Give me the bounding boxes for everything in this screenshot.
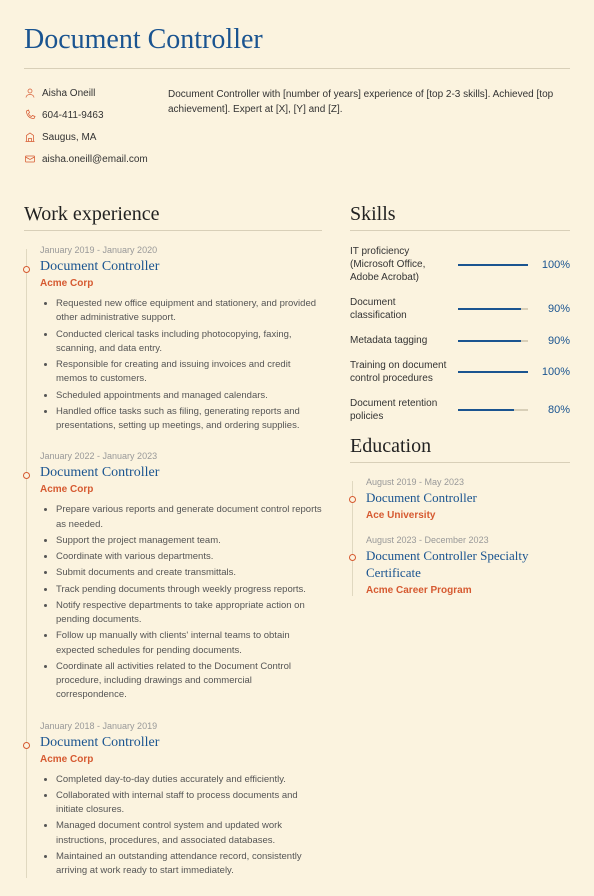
job-company: Acme Corp (40, 278, 322, 289)
contact-email-text: aisha.oneill@email.com (42, 154, 148, 165)
job-bullet: Notify respective departments to take ap… (56, 599, 322, 628)
contact-phone: 604-411-9463 (24, 109, 144, 121)
skill-fill (458, 308, 521, 310)
skill-name: Document classification (350, 296, 450, 322)
education-dates: August 2019 - May 2023 (366, 477, 570, 487)
job-bullet: Responsible for creating and issuing inv… (56, 358, 322, 387)
job-bullet: Follow up manually with clients' interna… (56, 629, 322, 658)
location-icon (24, 131, 36, 143)
job-bullet: Submit documents and create transmittals… (56, 566, 322, 580)
job-company: Acme Corp (40, 484, 322, 495)
summary-text: Document Controller with [number of year… (168, 87, 570, 175)
education-divider (350, 462, 570, 463)
job-bullet: Support the project management team. (56, 534, 322, 548)
contact-email: aisha.oneill@email.com (24, 153, 144, 165)
job-bullet: Collaborated with internal staff to proc… (56, 789, 322, 818)
skill-percent: 80% (536, 404, 570, 416)
skill-percent: 90% (536, 303, 570, 315)
right-column: Skills IT proficiency (Microsoft Office,… (350, 203, 570, 896)
skill-percent: 100% (536, 259, 570, 271)
contact-location-text: Saugus, MA (42, 132, 96, 143)
work-divider (24, 230, 322, 231)
skill-percent: 100% (536, 366, 570, 378)
skill-fill (458, 264, 528, 266)
job-dates: January 2022 - January 2023 (40, 451, 322, 461)
phone-icon (24, 109, 36, 121)
person-icon (24, 87, 36, 99)
skill-row: Document classification 90% (350, 296, 570, 322)
skill-bar (458, 409, 528, 411)
contact-phone-text: 604-411-9463 (42, 110, 104, 121)
contact-location: Saugus, MA (24, 131, 144, 143)
contact-name-text: Aisha Oneill (42, 88, 95, 99)
job-bullets: Requested new office equipment and stati… (40, 297, 322, 433)
work-section-title: Work experience (24, 203, 322, 226)
skill-row: Training on document control procedures 1… (350, 359, 570, 385)
education-entry: August 2019 - May 2023 Document Controlle… (366, 477, 570, 521)
skills-divider (350, 230, 570, 231)
skill-percent: 90% (536, 335, 570, 347)
job-title: Document Controller (40, 735, 322, 751)
skill-row: Document retention policies 80% (350, 397, 570, 423)
education-school: Acme Career Program (366, 585, 570, 596)
skill-fill (458, 340, 521, 342)
job-bullet: Completed day-to-day duties accurately a… (56, 773, 322, 787)
work-timeline: January 2019 - January 2020 Document Cont… (24, 245, 322, 878)
education-section-title: Education (350, 435, 570, 458)
education-timeline: August 2019 - May 2023 Document Controlle… (350, 477, 570, 596)
skills-section-title: Skills (350, 203, 570, 226)
skill-name: Training on document control procedures (350, 359, 450, 385)
job-dates: January 2018 - January 2019 (40, 721, 322, 731)
job-company: Acme Corp (40, 754, 322, 765)
title-divider (24, 68, 570, 69)
education-title: Document Controller Specialty Certificat… (366, 548, 570, 582)
job-entry: January 2019 - January 2020 Document Cont… (40, 245, 322, 433)
skill-bar (458, 340, 528, 342)
job-bullet: Track pending documents through weekly p… (56, 583, 322, 597)
job-bullet: Coordinate all activities related to the… (56, 660, 322, 703)
main-columns: Work experience January 2019 - January 2… (24, 203, 570, 896)
job-bullet: Conducted clerical tasks including photo… (56, 328, 322, 357)
job-entry: January 2022 - January 2023 Document Cont… (40, 451, 322, 702)
job-title: Document Controller (40, 259, 322, 275)
skill-name: Metadata tagging (350, 334, 450, 347)
job-bullet: Maintained an outstanding attendance rec… (56, 850, 322, 879)
education-school: Ace University (366, 510, 570, 521)
job-bullets: Completed day-to-day duties accurately a… (40, 773, 322, 879)
left-column: Work experience January 2019 - January 2… (24, 203, 322, 896)
skill-bar (458, 308, 528, 310)
education-dates: August 2023 - December 2023 (366, 535, 570, 545)
header-row: Aisha Oneill 604-411-9463 Saugus, MA ais… (24, 87, 570, 175)
skill-row: Metadata tagging 90% (350, 334, 570, 347)
job-bullet: Prepare various reports and generate doc… (56, 503, 322, 532)
skill-name: Document retention policies (350, 397, 450, 423)
job-bullet: Handled office tasks such as filing, gen… (56, 405, 322, 434)
skill-fill (458, 371, 528, 373)
skill-row: IT proficiency (Microsoft Office, Adobe … (350, 245, 570, 284)
job-bullet: Requested new office equipment and stati… (56, 297, 322, 326)
skill-fill (458, 409, 514, 411)
contact-column: Aisha Oneill 604-411-9463 Saugus, MA ais… (24, 87, 144, 175)
contact-name: Aisha Oneill (24, 87, 144, 99)
job-bullet: Scheduled appointments and managed calen… (56, 389, 322, 403)
skill-bar (458, 264, 528, 266)
job-bullets: Prepare various reports and generate doc… (40, 503, 322, 702)
job-title: Document Controller (40, 465, 322, 481)
skills-list: IT proficiency (Microsoft Office, Adobe … (350, 245, 570, 423)
page-title: Document Controller (24, 24, 570, 56)
job-bullet: Coordinate with various departments. (56, 550, 322, 564)
email-icon (24, 153, 36, 165)
skill-name: IT proficiency (Microsoft Office, Adobe … (350, 245, 450, 284)
education-entry: August 2023 - December 2023 Document Cont… (366, 535, 570, 596)
skill-bar (458, 371, 528, 373)
education-title: Document Controller (366, 490, 570, 507)
job-bullet: Managed document control system and upda… (56, 819, 322, 848)
job-dates: January 2019 - January 2020 (40, 245, 322, 255)
job-entry: January 2018 - January 2019 Document Cont… (40, 721, 322, 879)
